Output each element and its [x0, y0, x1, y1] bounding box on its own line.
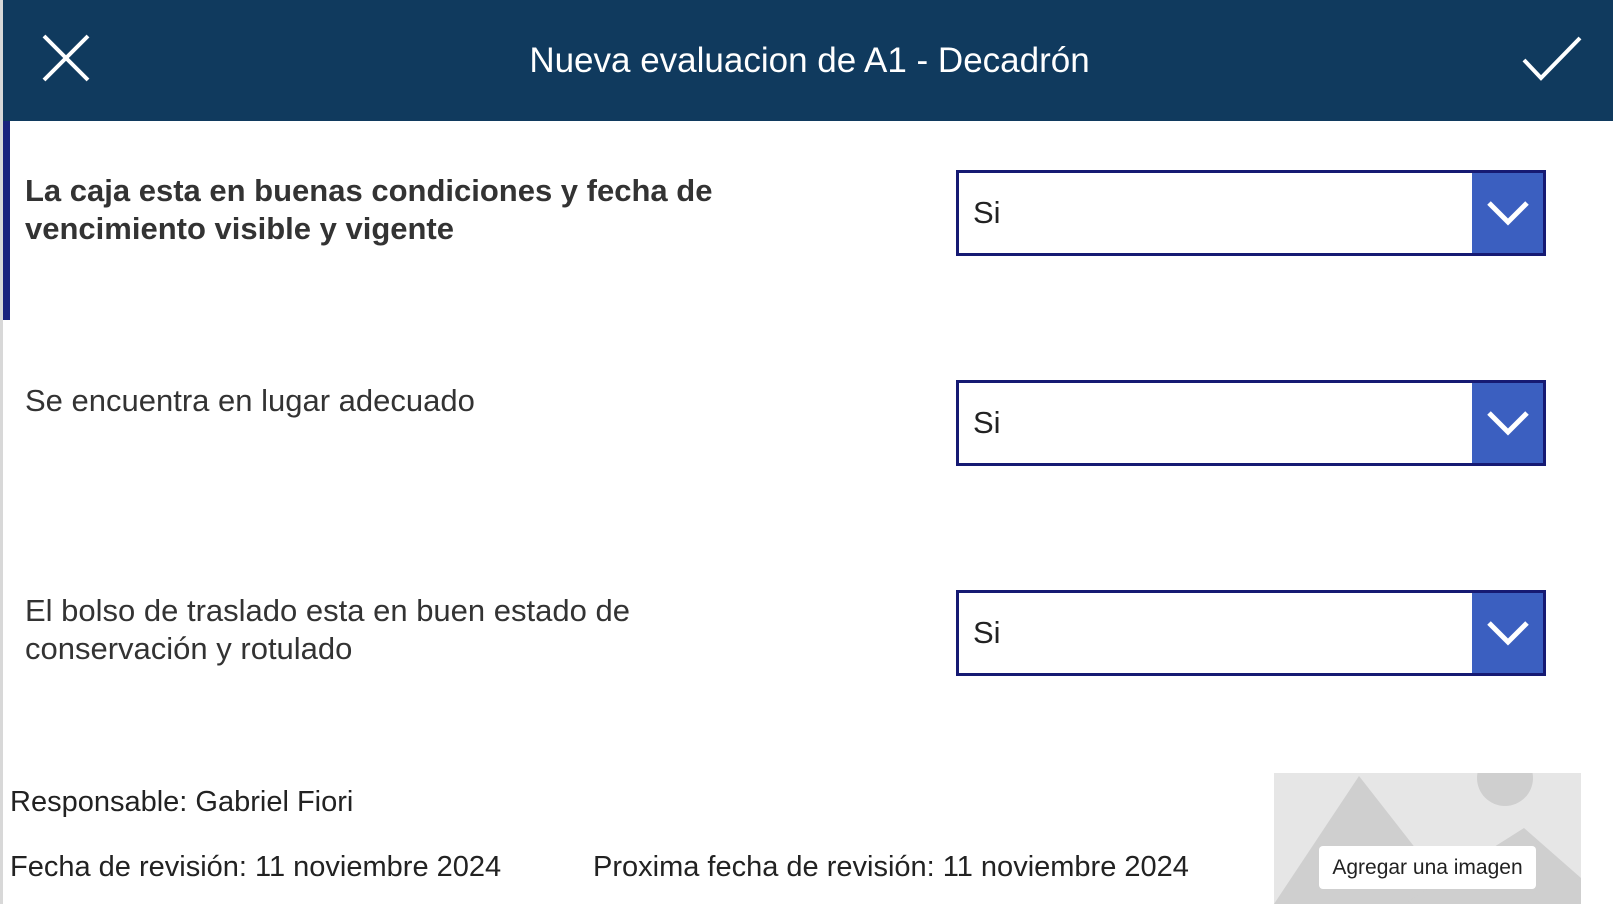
chevron-down-icon: [1487, 201, 1529, 226]
dropdown-toggle[interactable]: [1472, 383, 1543, 463]
page-title: Nueva evaluacion de A1 - Decadrón: [529, 41, 1090, 80]
next-revision-date-text: Proxima fecha de revisión: 11 noviembre …: [593, 851, 1189, 883]
answer-dropdown-1[interactable]: Si: [956, 170, 1546, 256]
header-bar: Nueva evaluacion de A1 - Decadrón: [3, 0, 1613, 121]
question-label-3: El bolso de traslado esta en buen estado…: [25, 593, 630, 666]
dropdown-toggle[interactable]: [1472, 173, 1543, 253]
dropdown-value: Si: [973, 195, 1001, 230]
focus-indicator: [3, 121, 10, 320]
question-label-1: La caja esta en buenas condiciones y fec…: [25, 173, 713, 246]
revision-date-text: Fecha de revisión: 11 noviembre 2024: [10, 851, 502, 883]
answer-dropdown-2[interactable]: Si: [956, 380, 1546, 466]
checkmark-icon: [1522, 36, 1582, 81]
add-image-button[interactable]: Agregar una imagen: [1319, 846, 1536, 889]
dropdown-value: Si: [973, 615, 1001, 650]
app-screen: Nueva evaluacion de A1 - Decadrón La caj…: [0, 0, 1613, 904]
image-picker[interactable]: Agregar una imagen: [1274, 773, 1581, 904]
close-icon: [42, 34, 90, 82]
responsable-text: Responsable: Gabriel Fiori: [10, 786, 354, 818]
answer-dropdown-3[interactable]: Si: [956, 590, 1546, 676]
chevron-down-icon: [1487, 621, 1529, 646]
question-label-2: Se encuentra en lugar adecuado: [25, 383, 475, 418]
chevron-down-icon: [1487, 411, 1529, 436]
dropdown-toggle[interactable]: [1472, 593, 1543, 673]
close-button[interactable]: [39, 31, 93, 85]
dropdown-value: Si: [973, 405, 1001, 440]
confirm-button[interactable]: [1521, 34, 1583, 84]
